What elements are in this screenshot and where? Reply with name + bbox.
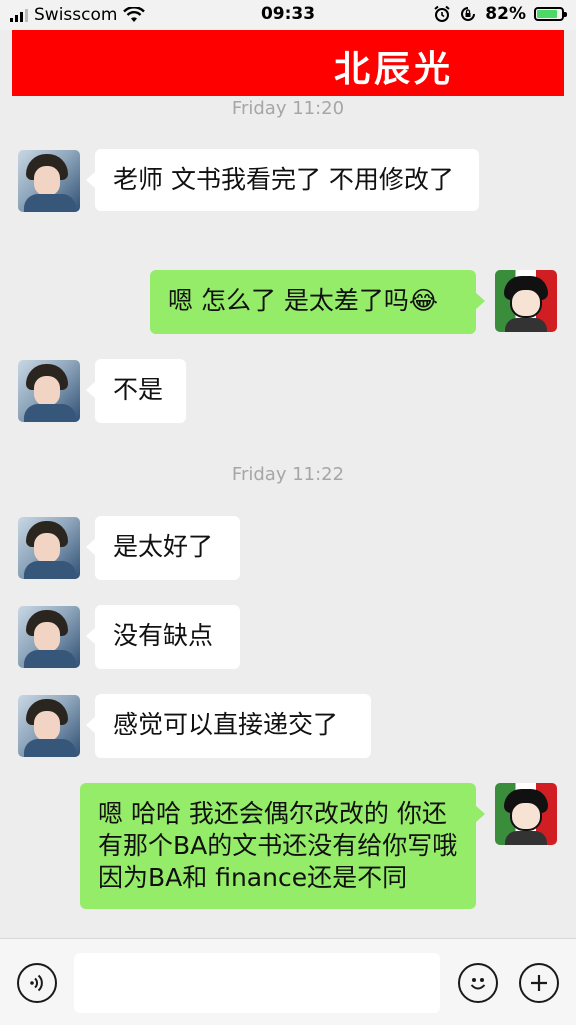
contact-avatar[interactable] [18, 695, 80, 757]
emoji-icon[interactable] [458, 963, 498, 1003]
message-bubble-incoming[interactable]: 感觉可以直接递交了 [86, 694, 371, 758]
rotation-lock-icon [461, 7, 476, 21]
battery-percent: 82% [485, 4, 526, 24]
message-bubble-outgoing[interactable]: 嗯 怎么了 是太差了吗😂 [150, 270, 485, 334]
contact-avatar[interactable] [18, 150, 80, 212]
my-avatar[interactable] [495, 270, 557, 332]
alarm-icon [434, 5, 450, 22]
plus-icon[interactable] [519, 963, 559, 1003]
my-avatar[interactable] [495, 783, 557, 845]
message-bubble-incoming[interactable]: 是太好了 [86, 516, 240, 580]
contact-avatar[interactable] [18, 517, 80, 579]
voice-wave-icon [30, 974, 43, 992]
message-bubble-incoming[interactable]: 老师 文书我看完了 不用修改了 [86, 149, 479, 211]
message-bubble-outgoing[interactable]: 嗯 哈哈 我还会偶尔改改的 你还有那个BA的文书还没有给你写哦 因为BA和 fi… [80, 783, 485, 909]
timestamp: Friday 11:20 [231, 98, 345, 119]
message-bubble-incoming[interactable]: 没有缺点 [86, 605, 240, 669]
message-input[interactable] [74, 953, 440, 1013]
smiley-icon [470, 978, 486, 990]
voice-icon[interactable] [17, 963, 57, 1003]
contact-avatar[interactable] [18, 360, 80, 422]
timestamp: Friday 11:22 [231, 464, 345, 485]
banner-title: 北辰光 [333, 48, 454, 90]
status-bar: Swisscom 09:33 82% [0, 0, 576, 30]
message-bubble-incoming[interactable]: 不是 [86, 359, 186, 423]
add-icon [531, 975, 547, 991]
battery-icon [534, 7, 567, 21]
title-banner: 北辰光 [12, 30, 564, 96]
contact-avatar[interactable] [18, 606, 80, 668]
input-bar [0, 938, 576, 1025]
